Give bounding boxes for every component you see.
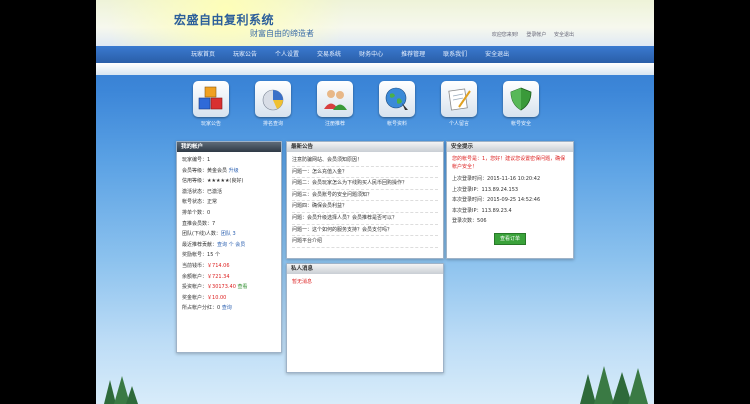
account-row: 所占帐户分红：0 查询 bbox=[182, 305, 232, 312]
nav-logout[interactable]: 安全退出 bbox=[476, 46, 518, 63]
quick-label: 排名查询 bbox=[262, 121, 283, 127]
account-row: 余额帐户：￥721.34 bbox=[182, 273, 230, 280]
tree-decoration-right bbox=[580, 366, 648, 404]
security-row: 登录次数：506 bbox=[452, 218, 487, 225]
announcement-item[interactable]: 问题一：怎么充值入金？ bbox=[292, 167, 438, 179]
announcement-item[interactable]: 问题平台介绍 bbox=[292, 236, 438, 248]
users-icon[interactable] bbox=[317, 81, 353, 117]
quick-item-message[interactable]: 个人留言 bbox=[428, 81, 490, 127]
security-warning: 您的帐号是：1，您好！建议您设置密保问题，确保帐户安全！ bbox=[452, 156, 566, 170]
nav-divider bbox=[96, 63, 654, 75]
upgrade-link[interactable]: 升级 bbox=[229, 168, 239, 174]
login-account-link[interactable]: 登录帐户 bbox=[526, 32, 546, 38]
shield-icon[interactable] bbox=[503, 81, 539, 117]
message-item: 暂无消息 bbox=[292, 279, 313, 285]
account-row: 最近推荐贡献：查询 个 会员 bbox=[182, 241, 246, 248]
announcement-panel-title: 最新公告 bbox=[287, 142, 443, 152]
nav-home[interactable]: 玩家首页 bbox=[182, 46, 224, 63]
announcement-item[interactable]: 问题四：确保会员利益？ bbox=[292, 201, 438, 213]
account-row: 激活状态：已激活 bbox=[182, 188, 223, 195]
site-header: 宏盛自由复利系统 财富自由的缔造者 欢迎您来到! 登录帐户 安全退出 bbox=[96, 0, 654, 46]
quick-label: 玩家公告 bbox=[200, 121, 221, 127]
view-orders-button[interactable]: 查看订单 bbox=[494, 232, 526, 245]
view-investment-link[interactable]: 查看 bbox=[237, 284, 247, 290]
account-row: 信用等级：★★★★★(良好) bbox=[182, 178, 244, 185]
nav-announcements[interactable]: 玩家公告 bbox=[224, 46, 266, 63]
quick-label: 个人留言 bbox=[448, 121, 469, 127]
quick-item-profile[interactable]: 帐号资料 bbox=[366, 81, 428, 127]
pie-chart-icon[interactable] bbox=[255, 81, 291, 117]
referral-query-link[interactable]: 查询 个 会员 bbox=[217, 242, 245, 248]
security-row: 上次登录时间：2015-11-16 10:20:42 bbox=[452, 176, 541, 182]
account-row: 团队(下线)人数：团队 3 bbox=[182, 231, 236, 238]
quick-item-register[interactable]: 注册推荐 bbox=[304, 81, 366, 127]
security-row: 本次登录时间：2015-09-25 14:52:46 bbox=[452, 197, 541, 204]
announcement-item[interactable]: 问题三：会员账号的安全问题须知？ bbox=[292, 190, 438, 202]
quick-item-security[interactable]: 帐号安全 bbox=[490, 81, 552, 127]
nav-contact[interactable]: 联系我们 bbox=[434, 46, 476, 63]
main-nav: 玩家首页 玩家公告 个人设置 交易系统 财务中心 推荐管理 联系我们 安全退出 bbox=[96, 46, 654, 63]
announcement-item[interactable]: 注意防骗网站、会员须知原因！ bbox=[292, 155, 438, 167]
quick-icon-row: 玩家公告 排名查询 注册推荐 帐号资料 个人留言 帐号安全 bbox=[180, 81, 552, 127]
account-row: 当前钱币：￥714.06 bbox=[182, 262, 230, 269]
account-row: 排单个数：0 bbox=[182, 209, 211, 216]
account-row: 会员等级：黄金会员 升级 bbox=[182, 167, 239, 174]
account-row: 奖励帐号：15 个 bbox=[182, 252, 220, 259]
quick-item-ranking[interactable]: 排名查询 bbox=[242, 81, 304, 127]
welcome-text: 欢迎您来到! bbox=[491, 32, 519, 38]
quick-item-announcements[interactable]: 玩家公告 bbox=[180, 81, 242, 127]
site-slogan: 财富自由的缔造者 bbox=[250, 29, 314, 38]
announcement-panel: 最新公告 注意防骗网站、会员须知原因！ 问题一：怎么充值入金？ 问题二：会员玩家… bbox=[286, 141, 444, 259]
team-link[interactable]: 团队 3 bbox=[221, 231, 236, 237]
account-panel-title: 我的帐户 bbox=[177, 142, 281, 152]
security-row: 上次登录IP：113.89.24.153 bbox=[452, 186, 519, 193]
quick-label: 帐号资料 bbox=[386, 121, 407, 127]
site-title: 宏盛自由复利系统 bbox=[174, 13, 275, 27]
account-row: 玩家编号：1 bbox=[182, 157, 211, 163]
nav-finance[interactable]: 财务中心 bbox=[350, 46, 392, 63]
account-panel: 我的帐户 玩家编号：1 会员等级：黄金会员 升级 信用等级：★★★★★(良好) … bbox=[176, 141, 282, 353]
dividend-query-link[interactable]: 查询 bbox=[222, 305, 232, 311]
account-row: 直推会员数：7 bbox=[182, 220, 216, 227]
account-row: 帐号状态：正常 bbox=[182, 199, 218, 206]
logout-link[interactable]: 安全退出 bbox=[554, 32, 574, 38]
notepad-icon[interactable] bbox=[441, 81, 477, 117]
security-panel: 安全提示 您的帐号是：1，您好！建议您设置密保问题，确保帐户安全！ 上次登录时间… bbox=[446, 141, 574, 259]
globe-icon[interactable] bbox=[379, 81, 415, 117]
header-user-links: 欢迎您来到! 登录帐户 安全退出 bbox=[486, 31, 574, 38]
quick-label: 注册推荐 bbox=[324, 121, 345, 127]
page-stage: 宏盛自由复利系统 财富自由的缔造者 欢迎您来到! 登录帐户 安全退出 玩家首页 … bbox=[96, 0, 654, 404]
account-row: 投资帐户：￥30173.40 查看 bbox=[182, 284, 248, 291]
announcement-item[interactable]: 问题：会员升级选择人员？会员推荐是否可以？ bbox=[292, 213, 438, 225]
quick-label: 帐号安全 bbox=[510, 121, 531, 127]
nav-referral[interactable]: 推荐管理 bbox=[392, 46, 434, 63]
cubes-icon[interactable] bbox=[193, 81, 229, 117]
nav-settings[interactable]: 个人设置 bbox=[266, 46, 308, 63]
messages-panel-title: 私人消息 bbox=[287, 264, 443, 274]
security-panel-title: 安全提示 bbox=[447, 142, 573, 152]
announcement-item[interactable]: 问题二：会员玩家怎么为下线购买人民币回购操作？ bbox=[292, 178, 438, 190]
announcement-item[interactable]: 问题一：这个如何的服务支持？会员支付吗？ bbox=[292, 225, 438, 237]
nav-trade[interactable]: 交易系统 bbox=[308, 46, 350, 63]
account-row: 奖金帐户：￥10.00 bbox=[182, 294, 227, 301]
messages-panel: 私人消息 暂无消息 bbox=[286, 263, 444, 373]
tree-decoration-left bbox=[104, 376, 138, 404]
security-row: 本次登录IP：113.89.23.4 bbox=[452, 207, 512, 214]
